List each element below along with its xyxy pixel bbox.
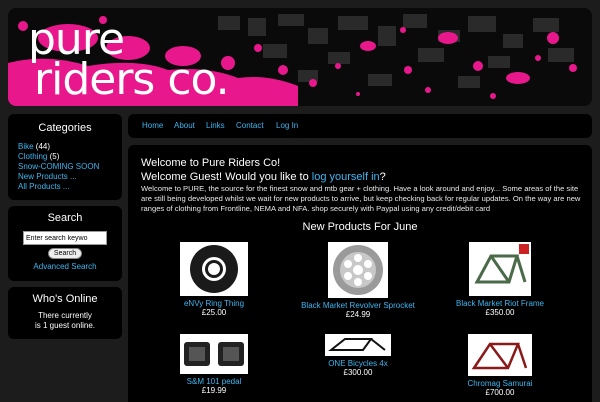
product-name[interactable]: ONE Bicycles 4x <box>293 359 423 368</box>
intro-text: Welcome to PURE, the source for the fine… <box>141 184 581 213</box>
product-image-chromag-samurai[interactable] <box>468 334 532 376</box>
category-list: Bike (44) Clothing (5) Snow-COMING SOON … <box>18 142 122 192</box>
product-price: £700.00 <box>485 388 515 397</box>
whos-online-text: There currently is 1 guest online. <box>8 311 122 331</box>
product-card[interactable]: S&M 101 pedal £19.99 <box>149 334 279 395</box>
category-count-bike: (44) <box>35 142 51 151</box>
search-input[interactable] <box>23 231 107 245</box>
product-price: £19.99 <box>201 386 227 395</box>
category-item-snow: Snow-COMING SOON <box>18 162 122 172</box>
site-header-banner: pure riders co. <box>8 8 592 106</box>
category-item-new-products: New Products ... <box>18 172 122 182</box>
category-item-all-products: All Products ... <box>18 182 122 192</box>
welcome-guest-text: Welcome Guest! Would you like to <box>141 171 312 183</box>
welcome-guest-line: Welcome Guest! Would you like to log you… <box>141 171 386 183</box>
pedal-icon <box>184 342 244 366</box>
whos-online-title: Who's Online <box>32 293 98 305</box>
nav-home[interactable]: Home <box>142 121 163 130</box>
product-image-one-bicycles-4x[interactable] <box>325 334 391 356</box>
category-count-clothing: (5) <box>49 152 60 161</box>
product-card[interactable]: Chromag Samurai £700.00 <box>435 334 565 397</box>
nav-log-in[interactable]: Log In <box>276 121 298 130</box>
product-image-revolver-sprocket[interactable] <box>328 242 388 298</box>
product-name[interactable]: Chromag Samurai <box>435 379 565 388</box>
category-item-bike: Bike (44) <box>18 142 122 152</box>
category-link-new-products[interactable]: New Products ... <box>18 172 77 181</box>
bike-frame-icon <box>474 244 529 284</box>
category-link-snow[interactable]: Snow-COMING SOON <box>18 162 99 171</box>
bike-frame-icon <box>328 338 386 351</box>
nav-about[interactable]: About <box>174 121 195 130</box>
product-name[interactable]: Black Market Riot Frame <box>435 299 565 308</box>
bike-frame-icon <box>471 342 528 370</box>
whos-online-line-1: There currently <box>38 311 92 320</box>
category-link-clothing[interactable]: Clothing <box>18 152 47 161</box>
nav-links[interactable]: Links <box>206 121 225 130</box>
search-title: Search <box>47 212 83 224</box>
categories-title: Categories <box>38 122 92 134</box>
login-link[interactable]: log yourself in <box>312 171 380 183</box>
logo-line-2: riders co. <box>34 54 230 105</box>
product-name[interactable]: eNVy Ring Thing <box>149 299 279 308</box>
category-item-clothing: Clothing (5) <box>18 152 122 162</box>
new-products-title: New Products For June <box>302 221 418 233</box>
site-logo[interactable]: pure riders co. <box>28 18 230 105</box>
product-image-ring-thing[interactable] <box>180 242 248 296</box>
main-content: Welcome to Pure Riders Co! Welcome Guest… <box>128 145 592 402</box>
product-card[interactable]: Black Market Revolver Sprocket £24.99 <box>293 242 423 319</box>
product-price: £25.00 <box>201 308 227 317</box>
sprocket-icon <box>333 245 383 295</box>
product-image-101-pedal[interactable] <box>180 334 248 374</box>
product-price: £300.00 <box>343 368 373 377</box>
product-card[interactable]: eNVy Ring Thing £25.00 <box>149 242 279 317</box>
welcome-title: Welcome to Pure Riders Co! <box>141 157 281 169</box>
product-card[interactable]: Black Market Riot Frame £350.00 <box>435 242 565 317</box>
product-price: £24.99 <box>345 310 371 319</box>
whos-online-line-2: is 1 guest online. <box>34 321 96 330</box>
product-image-riot-frame[interactable] <box>469 242 531 296</box>
search-box: Search Search Advanced Search <box>8 206 122 281</box>
search-button[interactable]: Search <box>47 248 83 259</box>
product-name[interactable]: Black Market Revolver Sprocket <box>293 301 423 310</box>
chainring-icon <box>190 245 238 293</box>
product-price: £350.00 <box>485 308 515 317</box>
categories-box: Categories Bike (44) Clothing (5) Snow-C… <box>8 114 122 200</box>
category-link-bike[interactable]: Bike <box>18 142 34 151</box>
product-card[interactable]: ONE Bicycles 4x £300.00 <box>293 334 423 377</box>
advanced-search-link[interactable]: Advanced Search <box>8 262 122 271</box>
nav-contact[interactable]: Contact <box>236 121 264 130</box>
welcome-guest-suffix: ? <box>379 171 386 183</box>
product-name[interactable]: S&M 101 pedal <box>149 377 279 386</box>
category-link-all-products[interactable]: All Products ... <box>18 182 70 191</box>
whos-online-box: Who's Online There currently is 1 guest … <box>8 287 122 339</box>
top-navigation: Home About Links Contact Log In <box>128 114 592 138</box>
